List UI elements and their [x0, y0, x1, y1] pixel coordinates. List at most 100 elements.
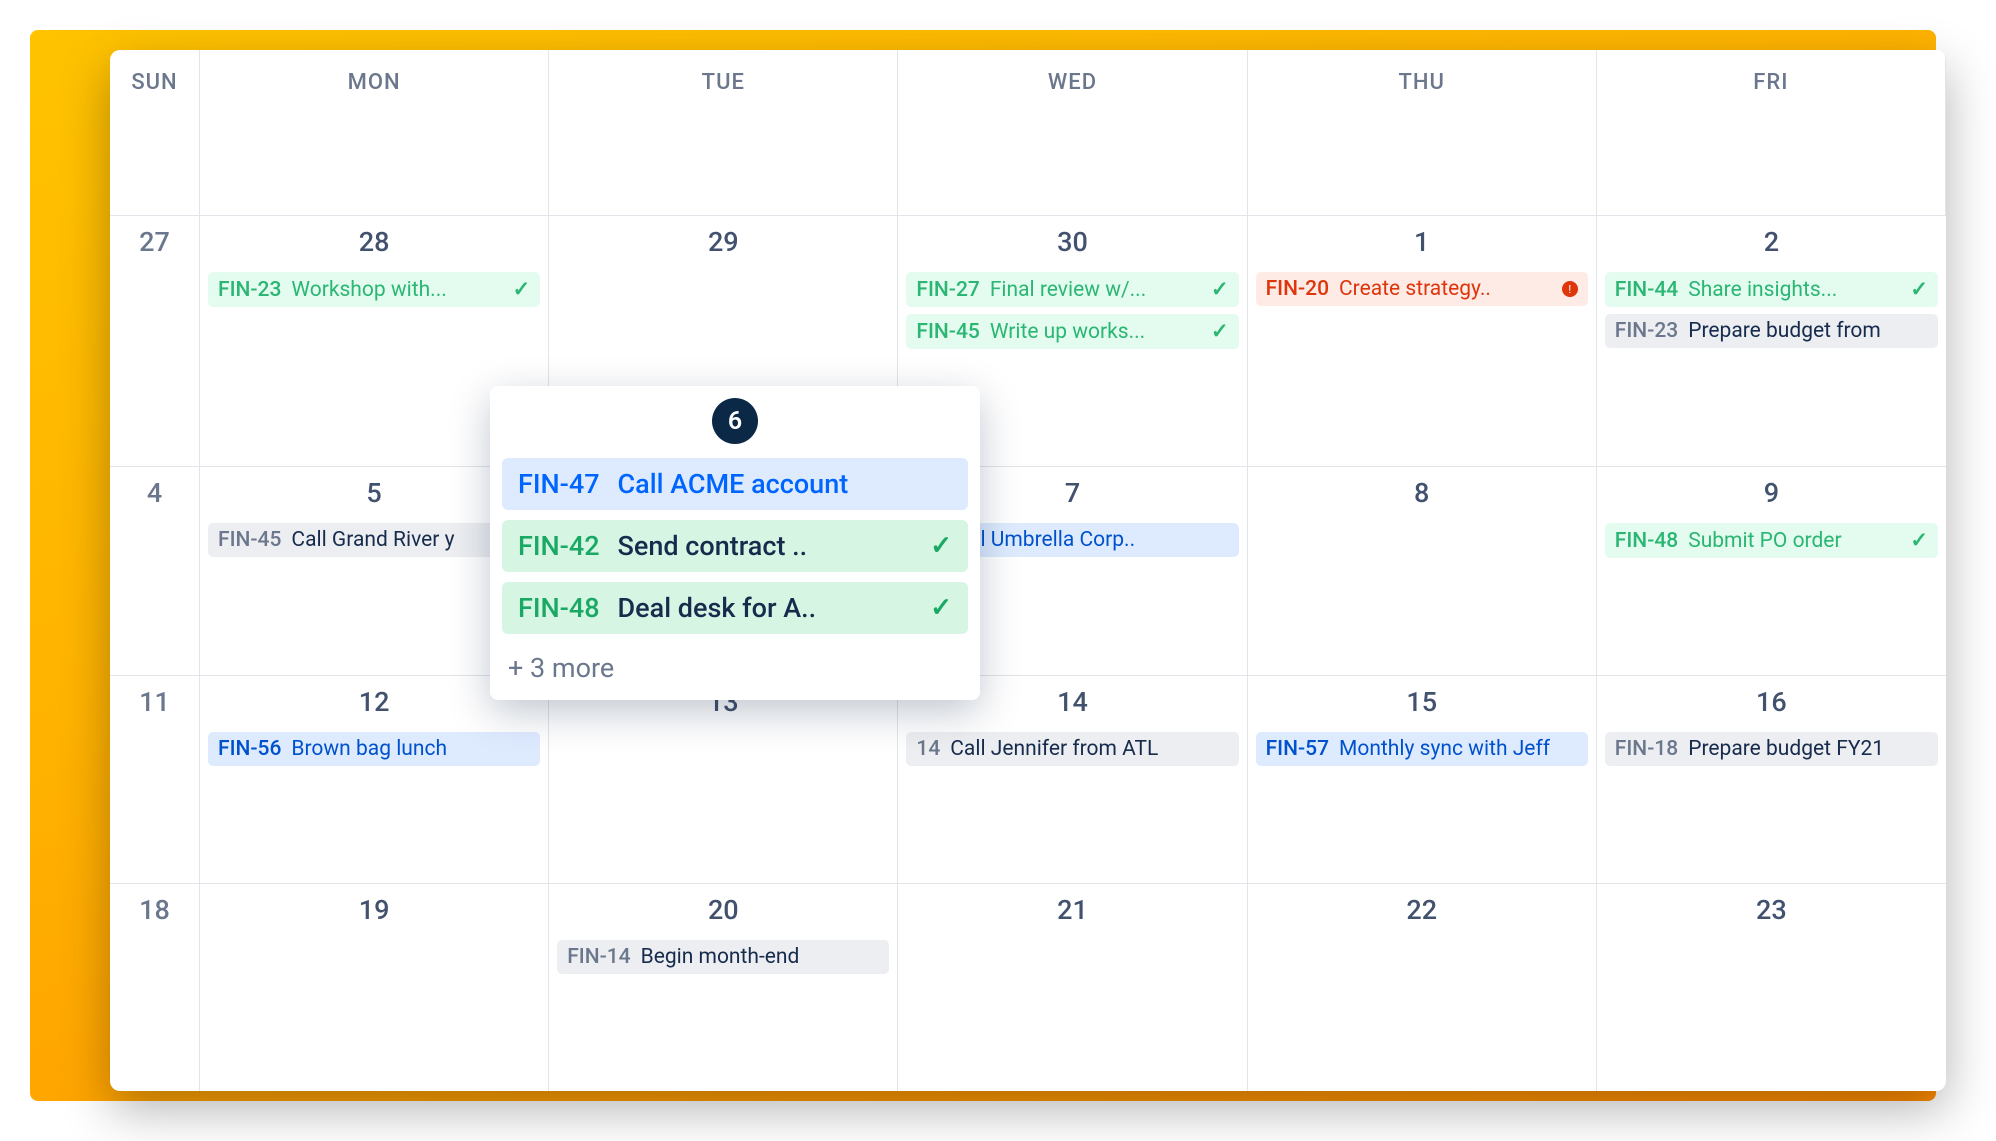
day-cell[interactable]: 16 FIN-18 Prepare budget FY21: [1597, 676, 1946, 884]
day-cell[interactable]: 4: [110, 467, 200, 676]
calendar-event[interactable]: FIN-48 Submit PO order ✓: [1605, 523, 1938, 558]
day-number: 2: [1605, 226, 1938, 258]
event-title: Share insights...: [1688, 278, 1900, 302]
day-number: 20: [557, 894, 889, 926]
issue-key: FIN-42: [518, 530, 600, 562]
calendar-event[interactable]: FIN-27 Final review w/... ✓: [906, 272, 1238, 307]
check-icon: ✓: [1910, 277, 1928, 302]
event-title: Create strategy..: [1339, 277, 1552, 301]
event-title: Write up works...: [990, 320, 1201, 344]
event-title: Prepare budget FY21: [1688, 737, 1928, 761]
overdue-icon: !: [1562, 281, 1578, 297]
day-cell[interactable]: 27: [110, 216, 200, 467]
day-number: 19: [208, 894, 540, 926]
issue-key: FIN-23: [1615, 319, 1678, 343]
day-number: 27: [118, 226, 191, 258]
day-cell[interactable]: 1 FIN-20Create strategy..!: [1248, 216, 1597, 467]
popover-event[interactable]: FIN-47 Call ACME account: [502, 458, 968, 510]
day-cell[interactable]: 2 FIN-44 Share insights... ✓ FIN-23 Prepare…: [1597, 216, 1946, 467]
day-header-fri: FRI: [1597, 50, 1946, 216]
day-number: 15: [1256, 686, 1588, 718]
issue-key: 14: [916, 737, 940, 761]
calendar-event[interactable]: FIN-14 Begin month-end: [557, 940, 889, 974]
calendar-event[interactable]: 14Call Jennifer from ATL: [906, 732, 1238, 766]
day-cell[interactable]: 20 FIN-14 Begin month-end: [549, 884, 898, 1091]
issue-key: FIN-57: [1266, 737, 1329, 761]
calendar-event[interactable]: FIN-23 Workshop with... ✓: [208, 272, 540, 307]
day-cell[interactable]: 14 14Call Jennifer from ATL: [898, 676, 1247, 884]
event-title: Workshop with...: [291, 278, 502, 302]
event-title: Monthly sync with Jeff: [1339, 737, 1578, 761]
popover-event[interactable]: FIN-42 Send contract .. ✓: [502, 520, 968, 572]
calendar-event[interactable]: FIN-57 Monthly sync with Jeff: [1256, 732, 1588, 766]
calendar-event[interactable]: FIN-44 Share insights... ✓: [1605, 272, 1938, 307]
popover-date-badge: 6: [712, 398, 758, 444]
check-icon: ✓: [1910, 528, 1928, 553]
day-cell[interactable]: 18: [110, 884, 200, 1091]
day-number: 11: [118, 686, 191, 718]
issue-key: FIN-48: [518, 592, 600, 624]
issue-key: FIN-44: [1615, 278, 1678, 302]
day-number: 21: [906, 894, 1238, 926]
day-cell[interactable]: 19: [200, 884, 549, 1091]
day-cell[interactable]: 12 FIN-56Brown bag lunch: [200, 676, 549, 884]
day-number: 29: [557, 226, 889, 258]
issue-key: FIN-27: [916, 278, 979, 302]
event-title: Prepare budget from: [1688, 319, 1928, 343]
event-title: Begin month-end: [641, 945, 880, 969]
day-number: 4: [118, 477, 191, 509]
issue-key: FIN-45: [218, 528, 281, 552]
event-title: Call Umbrella Corp..: [950, 528, 1228, 552]
day-number: 16: [1605, 686, 1938, 718]
day-number: 30: [906, 226, 1238, 258]
popover-more-link[interactable]: + 3 more: [502, 644, 968, 688]
day-cell[interactable]: 9 FIN-48 Submit PO order ✓: [1597, 467, 1946, 676]
day-number: 23: [1605, 894, 1938, 926]
day-number: 28: [208, 226, 540, 258]
day-number: 18: [118, 894, 191, 926]
check-icon: ✓: [1211, 319, 1229, 344]
day-header-tue: TUE: [549, 50, 898, 216]
event-title: Call ACME account: [618, 468, 952, 500]
calendar-event[interactable]: FIN-56 Brown bag lunch: [208, 732, 540, 766]
issue-key: FIN-48: [1615, 529, 1678, 553]
calendar-event[interactable]: FIN-45 Write up works... ✓: [906, 314, 1238, 349]
day-cell[interactable]: 21: [898, 884, 1247, 1091]
check-icon: ✓: [513, 277, 531, 302]
issue-key: FIN-45: [916, 320, 979, 344]
calendar-event[interactable]: FIN-18 Prepare budget FY21: [1605, 732, 1938, 766]
issue-key: FIN-18: [1615, 737, 1678, 761]
day-cell[interactable]: 15 FIN-57 Monthly sync with Jeff: [1248, 676, 1597, 884]
event-title: Send contract ..: [618, 530, 913, 562]
event-title: Submit PO order: [1688, 529, 1900, 553]
day-cell[interactable]: 23: [1597, 884, 1946, 1091]
day-number: 8: [1256, 477, 1588, 509]
event-title: Final review w/...: [990, 278, 1201, 302]
day-header-mon: MON: [200, 50, 549, 216]
day-cell[interactable]: 13: [549, 676, 898, 884]
day-header-wed: WED: [898, 50, 1247, 216]
day-cell[interactable]: 11: [110, 676, 200, 884]
day-number: 22: [1256, 894, 1588, 926]
day-header-sun: SUN: [110, 50, 200, 216]
event-title: Brown bag lunch: [291, 737, 530, 761]
issue-key: FIN-14: [567, 945, 630, 969]
calendar-event[interactable]: FIN-20Create strategy..!: [1256, 272, 1588, 306]
calendar-card: SUN MON TUE WED THU FRI 27 28 FIN-23Work…: [110, 50, 1946, 1091]
calendar-event[interactable]: FIN-23 Prepare budget from: [1605, 314, 1938, 348]
day-number: 9: [1605, 477, 1938, 509]
check-icon: ✓: [930, 531, 952, 561]
check-icon: ✓: [1211, 277, 1229, 302]
day-cell[interactable]: 8: [1248, 467, 1597, 676]
issue-key: FIN-23: [218, 278, 281, 302]
popover-event[interactable]: FIN-48 Deal desk for A.. ✓: [502, 582, 968, 634]
day-header-thu: THU: [1248, 50, 1597, 216]
day-popover[interactable]: 6 FIN-47 Call ACME account FIN-42 Send con…: [490, 386, 980, 700]
calendar-grid: SUN MON TUE WED THU FRI 27 28 FIN-23Work…: [110, 50, 1946, 1091]
issue-key: FIN-56: [218, 737, 281, 761]
issue-key: FIN-47: [518, 468, 600, 500]
event-title: Deal desk for A..: [618, 592, 913, 624]
day-number: 1: [1256, 226, 1588, 258]
check-icon: ✓: [930, 593, 952, 623]
day-cell[interactable]: 22: [1248, 884, 1597, 1091]
